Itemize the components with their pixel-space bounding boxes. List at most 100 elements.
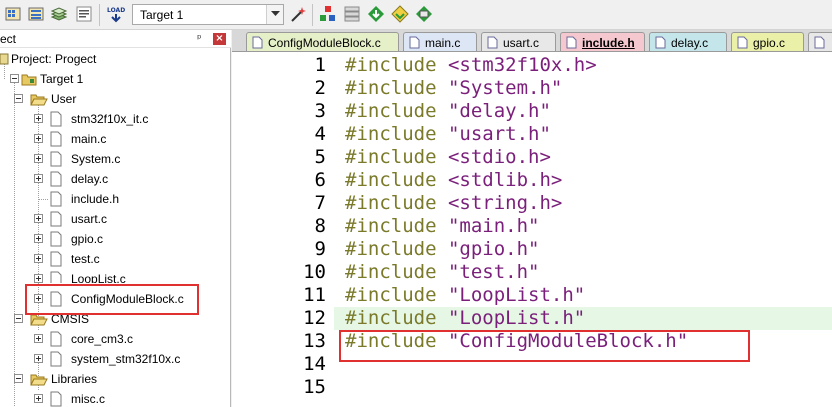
pin-icon[interactable]: ᵖ bbox=[197, 32, 202, 45]
preprocessor-keyword: #include bbox=[345, 146, 437, 168]
code-line[interactable]: #include "test.h" bbox=[345, 261, 539, 284]
load-flash-icon[interactable]: LOAD bbox=[106, 5, 126, 23]
code-line[interactable]: #include <stm32f10x.h> bbox=[345, 54, 597, 77]
code-line[interactable]: #include "delay.h" bbox=[345, 100, 551, 123]
include-path: <stdio.h> bbox=[447, 146, 551, 168]
tree-file-stm32f10x-it-c[interactable]: stm32f10x_it.c bbox=[0, 109, 231, 129]
expand-icon[interactable] bbox=[34, 214, 43, 223]
collapse-icon[interactable] bbox=[14, 94, 23, 103]
preprocessor-keyword: #include bbox=[345, 307, 437, 329]
tree-group-user[interactable]: User bbox=[0, 89, 231, 109]
preprocessor-keyword: #include bbox=[345, 77, 437, 99]
code-line[interactable]: #include "LoopList.h" bbox=[345, 284, 585, 307]
tree-target-1[interactable]: Target 1 bbox=[0, 69, 231, 89]
collapse-icon[interactable] bbox=[10, 74, 19, 83]
options-wand-icon[interactable] bbox=[289, 5, 307, 23]
include-path: "main.h" bbox=[447, 215, 540, 237]
tab-label: delay.c bbox=[671, 36, 709, 50]
include-path: "gpio.h" bbox=[447, 238, 540, 260]
tree-file-delay-c[interactable]: delay.c bbox=[0, 169, 231, 189]
collapse-icon[interactable] bbox=[14, 314, 23, 323]
file-label: gpio.c bbox=[71, 232, 104, 246]
file-label: usart.c bbox=[71, 212, 108, 226]
tab-label: include.h bbox=[582, 36, 635, 50]
tab-gpio-c[interactable]: gpio.c bbox=[731, 32, 804, 51]
file-label: System.c bbox=[71, 152, 121, 166]
tab-configmoduleblock-c[interactable]: ConfigModuleBlock.c bbox=[246, 32, 399, 51]
project-root-label: Project: Progect bbox=[11, 52, 97, 66]
manage-packs-icon[interactable] bbox=[343, 5, 361, 23]
file-label: LoopList.c bbox=[71, 272, 126, 283]
close-icon[interactable]: × bbox=[213, 33, 226, 45]
tab-usart-c[interactable]: usart.c bbox=[481, 32, 556, 51]
code-line[interactable]: #include "gpio.h" bbox=[345, 238, 539, 261]
target-label: Target 1 bbox=[40, 72, 84, 86]
expand-icon[interactable] bbox=[34, 174, 43, 183]
expand-icon[interactable] bbox=[34, 154, 43, 163]
expand-icon[interactable] bbox=[34, 234, 43, 243]
pack-installer-icon[interactable] bbox=[391, 5, 409, 23]
c-file-icon bbox=[50, 131, 62, 150]
expand-icon[interactable] bbox=[34, 254, 43, 263]
line-number: 13 bbox=[303, 330, 326, 352]
code-line[interactable]: #include "main.h" bbox=[345, 215, 539, 238]
code-line[interactable]: #include <stdio.h> bbox=[345, 146, 551, 169]
expand-icon[interactable] bbox=[34, 334, 43, 343]
build-target-icon[interactable] bbox=[4, 5, 22, 23]
tab-main-c[interactable]: main.c bbox=[403, 32, 477, 51]
expand-icon[interactable] bbox=[34, 114, 43, 123]
expand-icon[interactable] bbox=[34, 134, 43, 143]
include-path: <stdlib.h> bbox=[447, 169, 563, 191]
expand-icon[interactable] bbox=[34, 274, 43, 283]
tree-root-project[interactable]: Project: Progect bbox=[0, 49, 231, 69]
project-panel-header: ect ᵖ × bbox=[0, 30, 231, 48]
tree-file-system-stm32f10x-c[interactable]: system_stm32f10x.c bbox=[0, 349, 231, 369]
batch-build-icon[interactable] bbox=[50, 5, 68, 23]
tree-file-core-cm3-c[interactable]: core_cm3.c bbox=[0, 329, 231, 349]
file-label: core_cm3.c bbox=[71, 332, 134, 346]
file-label: test.c bbox=[71, 252, 100, 266]
code-line[interactable]: #include "System.h" bbox=[345, 77, 562, 100]
file-icon bbox=[409, 36, 420, 51]
tree-group-libraries[interactable]: Libraries bbox=[0, 369, 231, 389]
project-panel: ect ᵖ × Project: Progect Target 1 User s… bbox=[0, 30, 231, 407]
tab-delay-c[interactable]: delay.c bbox=[649, 32, 727, 51]
c-file-icon bbox=[50, 231, 62, 250]
tree-file-usart-c[interactable]: usart.c bbox=[0, 209, 231, 229]
code-line[interactable]: #include "usart.h" bbox=[345, 123, 551, 146]
tree-file-looplist-c[interactable]: LoopList.c bbox=[0, 269, 231, 283]
tree-file-include-h[interactable]: include.h bbox=[0, 189, 231, 209]
line-number: 11 bbox=[303, 284, 326, 306]
code-line[interactable]: #include <string.h> bbox=[345, 192, 562, 215]
tree-file-gpio-c[interactable]: gpio.c bbox=[0, 229, 231, 249]
chevron-down-icon[interactable] bbox=[266, 5, 283, 24]
line-number: 8 bbox=[314, 215, 326, 237]
code-line[interactable]: #include <stdlib.h> bbox=[345, 169, 562, 192]
preprocessor-keyword: #include bbox=[345, 100, 437, 122]
tab-label: usart.c bbox=[503, 36, 540, 50]
tab-more[interactable] bbox=[808, 32, 832, 51]
expand-icon[interactable] bbox=[34, 394, 43, 403]
preprocessor-keyword: #include bbox=[345, 169, 437, 191]
file-label: system_stm32f10x.c bbox=[71, 352, 181, 366]
rebuild-icon[interactable] bbox=[27, 5, 45, 23]
select-device-icon[interactable] bbox=[367, 5, 385, 23]
rte-icon[interactable] bbox=[415, 5, 433, 23]
translate-icon[interactable] bbox=[75, 5, 93, 23]
tab-include-h[interactable]: include.h bbox=[560, 32, 645, 51]
expand-icon[interactable] bbox=[34, 354, 43, 363]
preprocessor-keyword: #include bbox=[345, 238, 437, 260]
c-file-icon bbox=[50, 111, 62, 130]
tree-file-test-c[interactable]: test.c bbox=[0, 249, 231, 269]
tree-file-system-c[interactable]: System.c bbox=[0, 149, 231, 169]
code-line[interactable]: #include "LoopList.h" bbox=[345, 307, 585, 330]
tree-file-main-c[interactable]: main.c bbox=[0, 129, 231, 149]
tree-file-misc-c[interactable]: misc.c bbox=[0, 389, 231, 407]
target-select[interactable]: Target 1 bbox=[132, 4, 284, 25]
folder-open-icon bbox=[30, 91, 48, 110]
collapse-icon[interactable] bbox=[14, 374, 23, 383]
load-label: LOAD bbox=[107, 7, 125, 14]
file-label: main.c bbox=[71, 132, 107, 146]
c-file-icon bbox=[50, 211, 62, 230]
manage-components-icon[interactable] bbox=[319, 5, 337, 23]
